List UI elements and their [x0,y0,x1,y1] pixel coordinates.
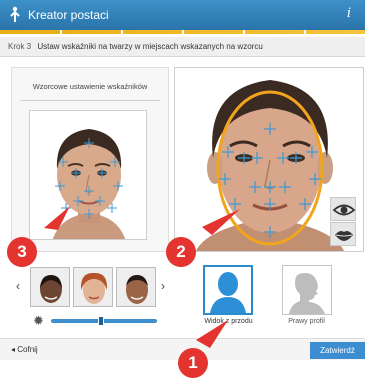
progress-divider [60,30,62,34]
step-instruction: Krok 3 Ustaw wskaźniki na twarzy w miejs… [0,37,365,57]
character-thumbnails: ‹ › [12,264,167,310]
brightness-slider[interactable]: ✹ [33,314,165,328]
eye-icon [332,204,356,216]
person-upload-icon [10,6,20,22]
marker-3-pointer [44,206,70,230]
back-label: Cofnij [17,345,38,354]
thumbnail-face-3[interactable] [116,267,156,307]
thumbnails-prev-arrow[interactable]: ‹ [16,279,20,293]
thumbnail-face-1[interactable] [30,267,70,307]
app-title: Kreator postaci [28,8,109,22]
callout-marker-1: 1 [178,348,208,378]
lips-icon [335,231,353,241]
title-bar: Kreator postaci i [0,0,365,30]
step-number: Krok 3 [8,42,32,51]
confirm-button[interactable]: Zatwierdź [310,342,365,359]
eye-view-button[interactable] [330,197,356,221]
progress-divider [243,30,245,34]
slider-track[interactable] [51,319,157,323]
step-text: Ustaw wskaźniki na twarzy w miejscach ws… [37,42,263,51]
profile-view-label: Prawy profil [288,318,325,325]
profile-view-option[interactable] [282,265,332,315]
sun-icon: ✹ [33,313,44,328]
back-arrow-icon: ◂ [11,345,16,354]
callout-marker-2: 2 [166,237,196,267]
slider-handle[interactable] [97,316,104,326]
front-view-option[interactable] [203,265,253,315]
head-silhouette-icon [210,272,246,313]
progress-divider [304,30,306,34]
reference-panel-title: Wzorcowe ustawienie wskaźników [32,82,148,91]
info-icon[interactable]: i [347,6,351,21]
thumbnail-face-2[interactable] [73,267,113,307]
callout-marker-3: 3 [7,237,37,267]
lips-view-button[interactable] [330,222,356,246]
progress-strip [0,30,365,34]
thumbnails-next-arrow[interactable]: › [161,279,165,293]
back-button[interactable]: ◂ Cofnij [11,345,38,354]
progress-divider [182,30,184,34]
head-profile-silhouette-icon [289,273,325,314]
divider [20,100,160,101]
progress-divider [121,30,123,34]
